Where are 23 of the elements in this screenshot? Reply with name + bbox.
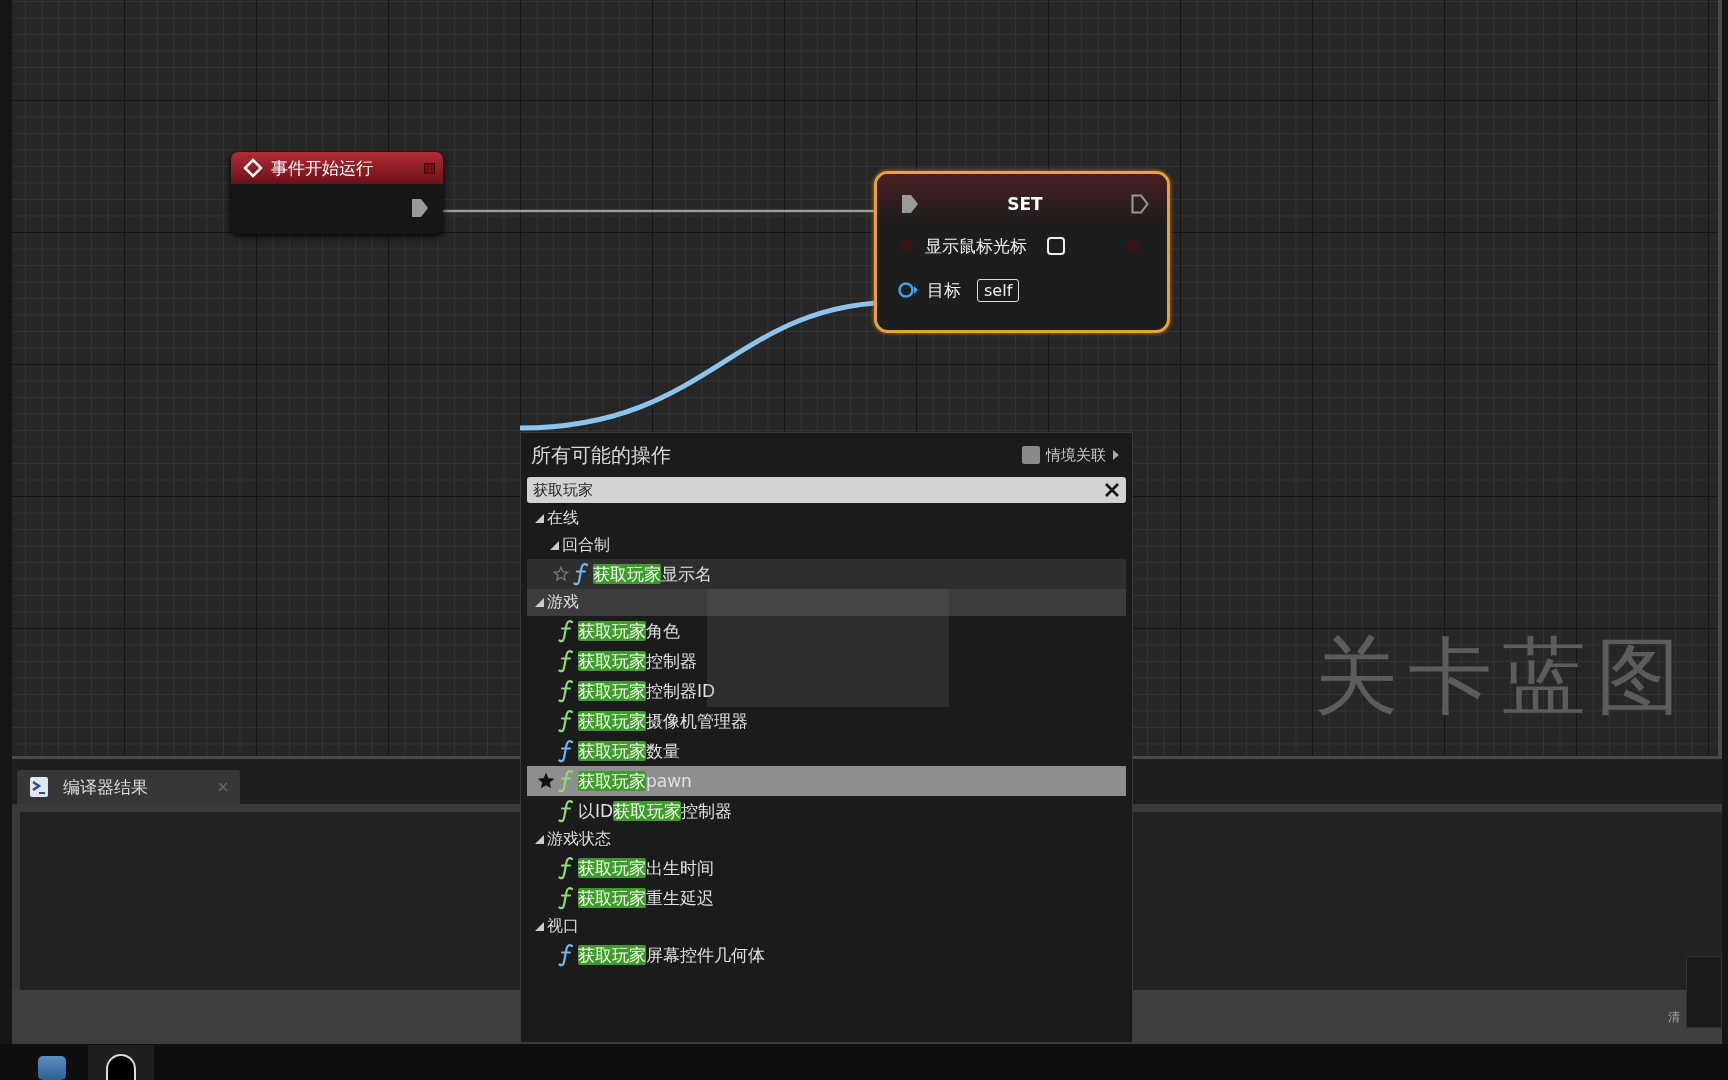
tab-label: 编译器结果 xyxy=(63,775,149,799)
category-label: 回合制 xyxy=(562,535,610,556)
node-title: SET xyxy=(1007,194,1043,214)
action-label: 获取玩家显示名 xyxy=(593,562,712,586)
category-label: 游戏 xyxy=(547,592,579,613)
node-title: 事件开始运行 xyxy=(271,156,374,180)
category-label: 在线 xyxy=(547,508,579,529)
action-label: 获取玩家摄像机管理器 xyxy=(578,709,748,733)
context-sensitive-label: 情境关联 xyxy=(1046,445,1106,465)
action-label: 获取玩家出生时间 xyxy=(578,856,714,880)
action-label: 获取玩家控制器 xyxy=(578,649,697,673)
pin-default-value: self xyxy=(977,278,1020,302)
action-label: 获取玩家数量 xyxy=(578,739,680,763)
pin-label: 显示鼠标光标 xyxy=(925,234,1027,258)
action-label: 获取玩家pawn xyxy=(578,769,692,793)
category-label: 视口 xyxy=(547,916,579,937)
category-label: 游戏状态 xyxy=(547,829,611,850)
pin-label: 目标 xyxy=(927,278,961,302)
action-label: 获取玩家重生延迟 xyxy=(578,886,714,910)
menu-title: 所有可能的操作 xyxy=(531,441,671,469)
action-label: 获取玩家屏幕控件几何体 xyxy=(578,943,765,967)
action-label: 获取玩家控制器ID xyxy=(578,679,716,703)
action-label: 获取玩家角色 xyxy=(578,619,680,643)
